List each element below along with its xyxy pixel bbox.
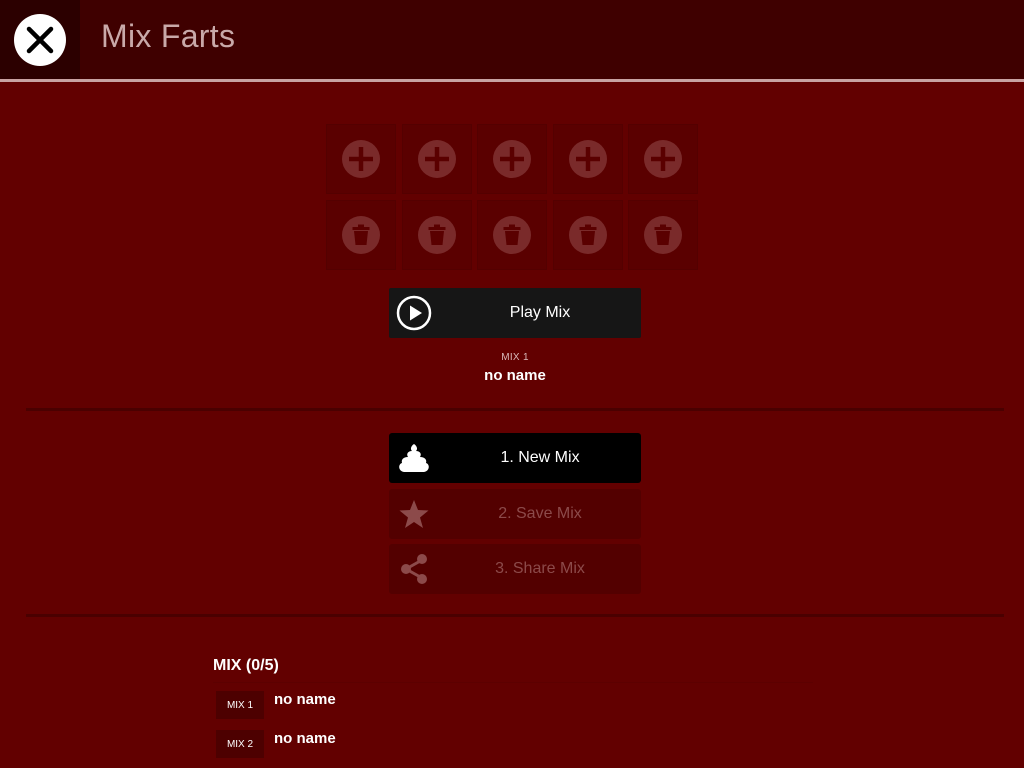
divider [26, 614, 1004, 617]
add-slot-button-4[interactable] [552, 124, 623, 194]
star-icon [399, 500, 429, 528]
new-mix-button[interactable]: 1. New Mix [389, 433, 641, 483]
mix-list-divider [213, 682, 813, 683]
app-title: Mix Farts [101, 18, 236, 54]
trash-circle-icon [417, 216, 456, 254]
delete-slot-button-1[interactable] [326, 200, 396, 270]
delete-slot-button-2[interactable] [401, 200, 472, 270]
new-mix-label: 1. New Mix [500, 449, 580, 466]
current-mix-caption: MIX 1 [501, 352, 529, 363]
save-mix-label: 2. Save Mix [498, 505, 582, 522]
mix-list-badge: MIX 2 [216, 730, 264, 758]
trash-circle-icon [644, 216, 682, 254]
plus-circle-icon [342, 140, 380, 178]
trash-circle-icon [342, 216, 380, 254]
mix-list-name: no name [274, 691, 336, 708]
plus-circle-icon [493, 140, 531, 178]
play-mix-button[interactable]: Play Mix [389, 288, 641, 338]
play-icon-wrap [395, 294, 433, 332]
save-mix-icon-wrap [395, 495, 433, 533]
add-slot-button-5[interactable] [628, 124, 698, 194]
divider [26, 408, 1004, 411]
mix-slot-grid [326, 124, 701, 270]
current-mix-name: no name [484, 367, 546, 384]
add-slot-button-3[interactable] [477, 124, 547, 194]
plus-circle-icon [644, 140, 682, 178]
delete-slot-button-4[interactable] [552, 200, 623, 270]
new-mix-icon-wrap [395, 439, 433, 477]
share-mix-button[interactable]: 3. Share Mix [389, 544, 641, 594]
mix-list-name: no name [274, 730, 336, 747]
trash-circle-icon [568, 216, 607, 254]
share-mix-icon-wrap [395, 550, 433, 588]
delete-slot-button-3[interactable] [477, 200, 547, 270]
plus-circle-icon [568, 140, 607, 178]
mix-list-badge: MIX 1 [216, 691, 264, 719]
add-slot-button-1[interactable] [326, 124, 396, 194]
play-circle-icon [396, 295, 432, 331]
delete-slot-button-5[interactable] [628, 200, 698, 270]
mix-list-item[interactable]: MIX 1 no name [216, 691, 716, 721]
close-icon [14, 13, 66, 66]
save-mix-button[interactable]: 2. Save Mix [389, 489, 641, 539]
mix-list-item[interactable]: MIX 2 no name [216, 730, 716, 760]
app-header: Mix Farts [0, 0, 1024, 82]
close-button[interactable] [0, 0, 80, 79]
share-mix-label: 3. Share Mix [495, 560, 585, 577]
poop-icon [399, 444, 429, 472]
play-mix-label: Play Mix [509, 304, 571, 321]
plus-circle-icon [417, 140, 456, 178]
mix-list-title: MIX (0/5) [213, 657, 279, 674]
share-icon [401, 554, 427, 584]
trash-circle-icon [493, 216, 531, 254]
add-slot-button-2[interactable] [401, 124, 472, 194]
